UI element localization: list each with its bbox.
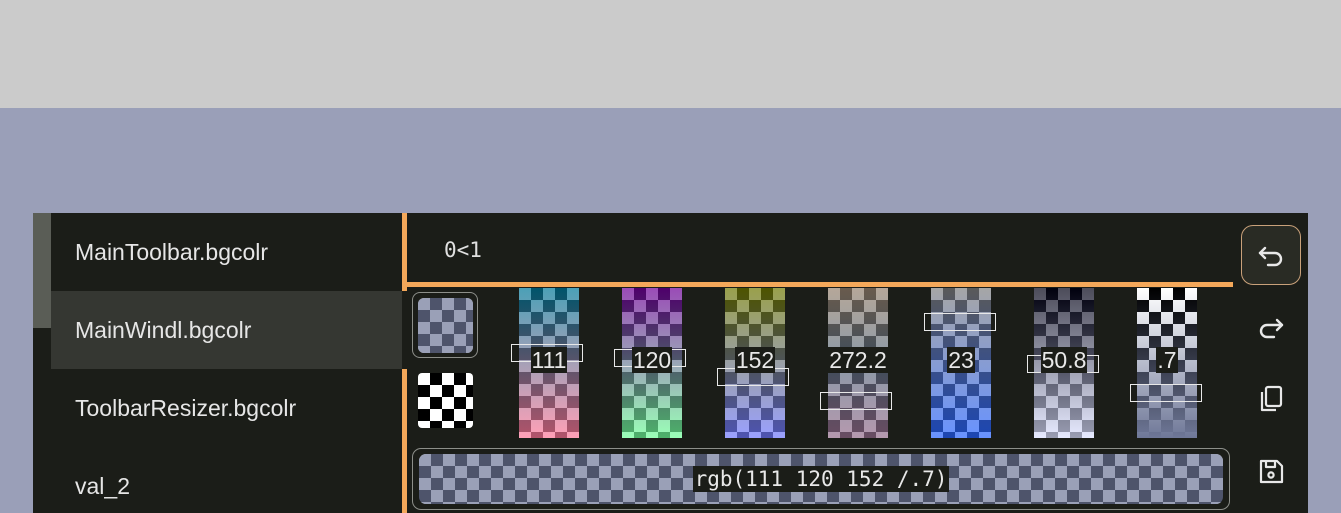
list-item[interactable]: ToolbarResizer.bgcolr <box>51 369 402 447</box>
channel-slider-alpha[interactable] <box>1137 288 1197 438</box>
channel-handle[interactable] <box>717 368 789 386</box>
list-item[interactable]: val_2 <box>51 447 402 513</box>
redo-button[interactable] <box>1241 297 1301 357</box>
copy-icon <box>1260 385 1283 412</box>
redo-icon <box>1259 318 1284 339</box>
channel-handle[interactable] <box>1130 384 1202 402</box>
list-item-label: ToolbarResizer.bgcolr <box>75 394 297 421</box>
channel-handle[interactable] <box>924 313 996 331</box>
save-button[interactable] <box>1241 441 1301 501</box>
list-item-label: val_2 <box>75 472 130 499</box>
copy-button[interactable] <box>1241 369 1301 429</box>
list-scrollbar[interactable] <box>33 213 51 513</box>
save-icon <box>1259 459 1284 484</box>
expression-text: 0<1 <box>444 237 482 262</box>
color-editor-panel: MainToolbar.bgcolr MainWindl.bgcolr Tool… <box>33 213 1308 513</box>
channel-handle[interactable] <box>820 392 892 410</box>
variable-list: MainToolbar.bgcolr MainWindl.bgcolr Tool… <box>51 213 402 513</box>
channel-handle[interactable] <box>1027 355 1099 373</box>
list-item-selected[interactable]: MainWindl.bgcolr <box>51 291 402 369</box>
channel-handle[interactable] <box>511 344 583 362</box>
top-area <box>0 0 1341 108</box>
expression-input[interactable]: 0<1 <box>407 213 1233 286</box>
editor-border-gap <box>402 291 407 369</box>
channel-slider-blue[interactable] <box>725 288 785 438</box>
list-item[interactable]: MainToolbar.bgcolr <box>51 213 402 291</box>
current-color-swatch[interactable] <box>418 298 473 353</box>
channel-slider-hue[interactable] <box>828 288 888 438</box>
list-item-label: MainToolbar.bgcolr <box>75 238 269 265</box>
list-item-label: MainWindl.bgcolr <box>75 316 252 343</box>
channel-slider-saturation[interactable] <box>931 288 991 438</box>
channel-slider-red[interactable] <box>519 288 579 438</box>
channel-handle[interactable] <box>614 349 686 367</box>
expression-underline <box>407 282 1233 287</box>
result-color-bar[interactable]: rgb(111 120 152 /.7) <box>419 454 1223 504</box>
undo-icon <box>1258 246 1283 267</box>
transparency-swatch[interactable] <box>418 373 473 428</box>
undo-button[interactable] <box>1241 225 1301 285</box>
list-scrollbar-thumb[interactable] <box>33 213 51 328</box>
result-text: rgb(111 120 152 /.7) <box>692 466 950 492</box>
